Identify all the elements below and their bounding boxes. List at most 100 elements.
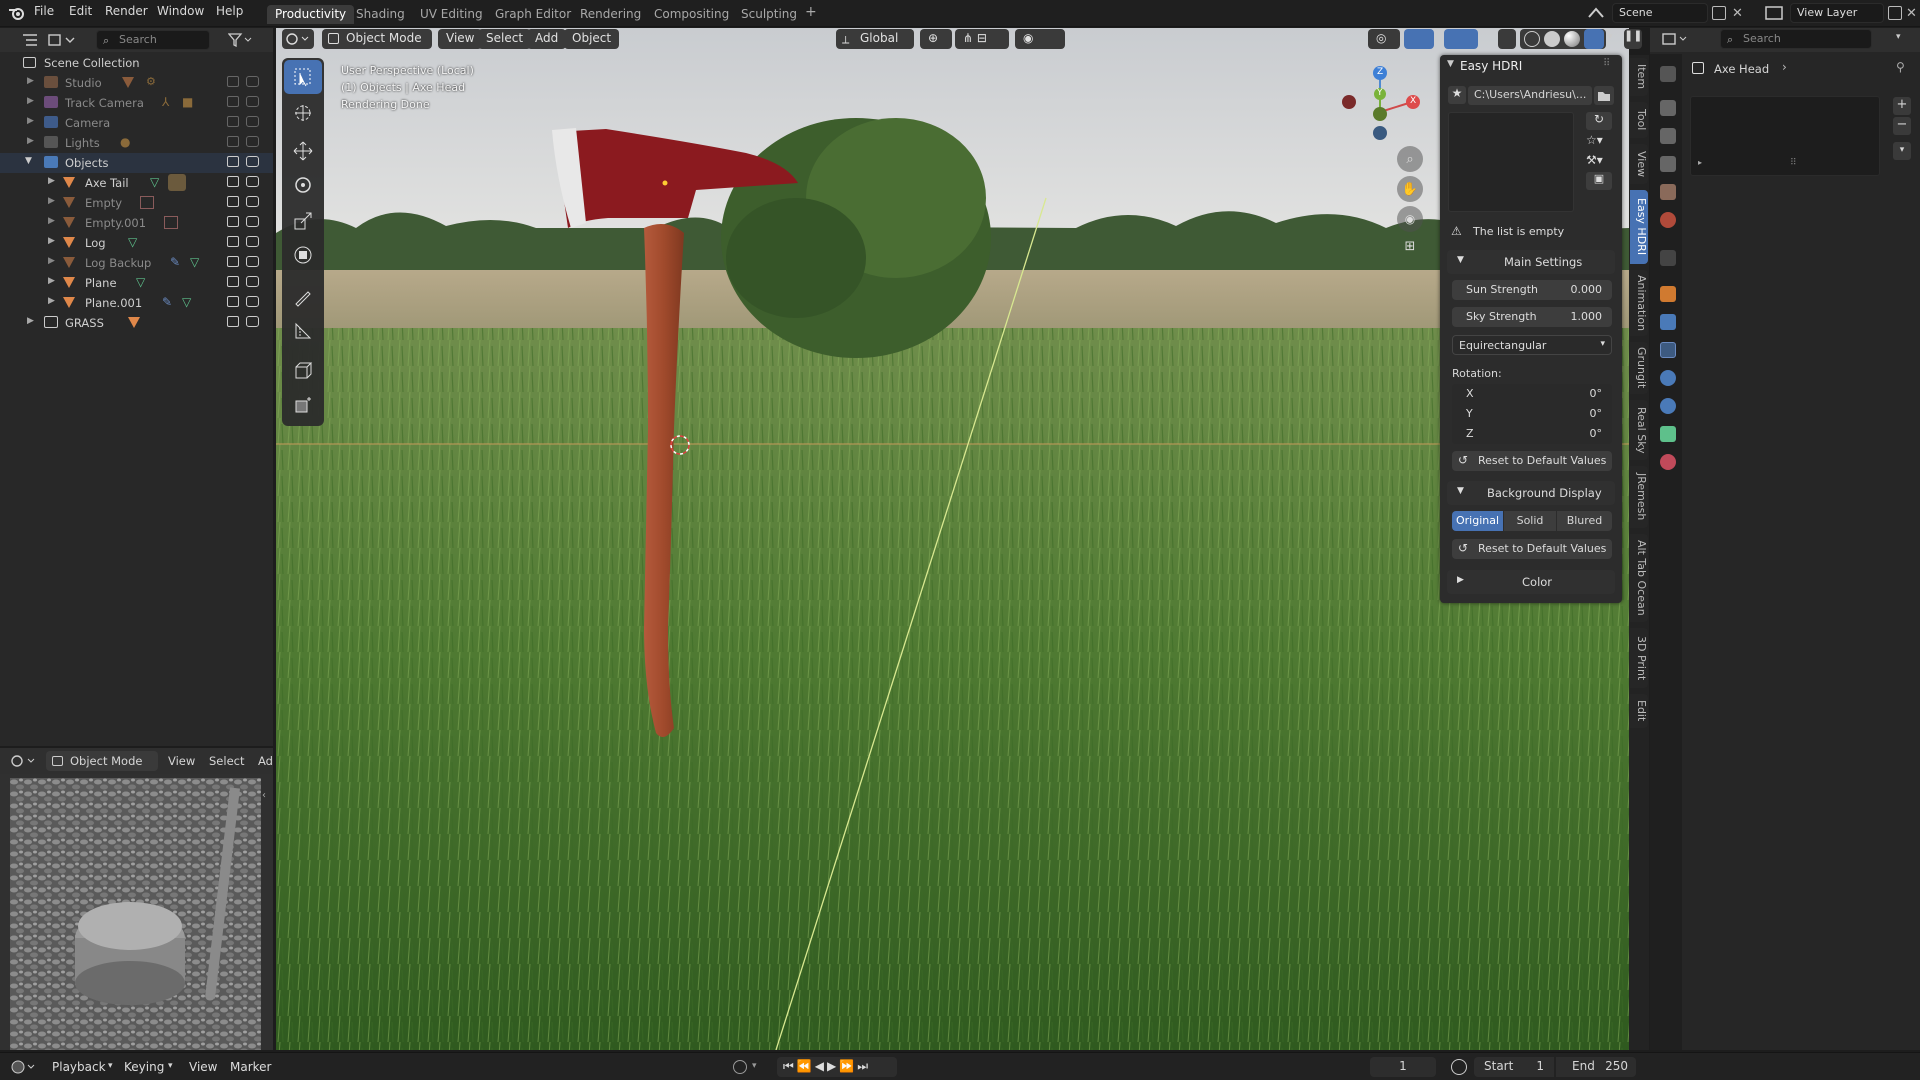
material-slot-list[interactable]: [1690, 96, 1880, 176]
expand-icon[interactable]: ▼: [25, 156, 32, 166]
pan-hand-icon[interactable]: ✋: [1397, 176, 1423, 202]
play-reverse-icon[interactable]: ◀: [815, 1059, 827, 1073]
render-icon[interactable]: [246, 136, 259, 147]
camera-view-icon[interactable]: ◉: [1397, 206, 1423, 232]
add-workspace-icon[interactable]: +: [805, 4, 817, 20]
material-properties-icon[interactable]: [1660, 454, 1676, 470]
editor-type-icon[interactable]: [282, 29, 314, 49]
scene-collection-row[interactable]: Scene Collection: [0, 53, 273, 73]
menu-select[interactable]: Select: [478, 29, 532, 49]
overlay-toggle-icon[interactable]: [1444, 29, 1478, 49]
rendered-shading-icon[interactable]: [1584, 29, 1604, 49]
tab-tool[interactable]: Tool: [1630, 102, 1648, 138]
rotation-x-field[interactable]: X 0°: [1452, 384, 1612, 404]
mini-viewport[interactable]: Object Mode View Select Ad ‹: [0, 748, 273, 1050]
mini-menu-add[interactable]: Ad: [258, 754, 273, 768]
outliner-row-axe-tail[interactable]: ▶ Axe Tail ▽: [0, 173, 273, 193]
auto-keying-icon[interactable]: [733, 1060, 747, 1074]
object-properties-icon[interactable]: [1660, 286, 1676, 302]
image-icon[interactable]: ▣: [1586, 172, 1612, 190]
render-properties-icon[interactable]: [1660, 100, 1676, 116]
render-icon[interactable]: [246, 96, 259, 107]
ortho-grid-icon[interactable]: ⊞: [1397, 236, 1423, 256]
world-properties-icon[interactable]: [1660, 212, 1676, 228]
tab-real-sky[interactable]: Real Sky: [1630, 400, 1648, 460]
outliner-row-plane-001[interactable]: ▶ Plane.001 ✎ ▽: [0, 293, 273, 313]
bg-blured-option[interactable]: Blured: [1557, 511, 1612, 531]
menu-edit[interactable]: Edit: [69, 4, 92, 18]
visibility-icon[interactable]: [227, 316, 239, 327]
timeline-view-menu[interactable]: View: [189, 1060, 217, 1074]
menu-render[interactable]: Render: [105, 4, 148, 18]
tools-dropdown-icon[interactable]: ⚒▾: [1586, 153, 1614, 169]
visibility-toggle-icon[interactable]: ◎: [1368, 29, 1400, 49]
snap-icon[interactable]: ⋔ ⊟: [955, 29, 1009, 49]
shading-options-icon[interactable]: ▾: [1608, 32, 1613, 42]
tab-jremesh[interactable]: JRemesh: [1630, 466, 1648, 528]
render-icon[interactable]: [246, 296, 259, 307]
outliner-row-empty-001[interactable]: ▶ Empty.001: [0, 213, 273, 233]
background-display-header[interactable]: ▼ Background Display: [1447, 481, 1615, 505]
outliner-row-plane[interactable]: ▶ Plane ▽: [0, 273, 273, 293]
playback-controls[interactable]: ⏮⏪◀▶⏩⏭: [777, 1057, 897, 1077]
menu-object[interactable]: Object: [564, 29, 620, 49]
outliner-row-camera[interactable]: ▶ Camera: [0, 113, 273, 133]
prev-keyframe-icon[interactable]: ⏪: [797, 1059, 815, 1073]
outliner-row-empty[interactable]: ▶ Empty: [0, 193, 273, 213]
drag-handle-icon[interactable]: ⠿: [1603, 58, 1610, 69]
chevron-right-icon[interactable]: ›: [1782, 60, 1787, 74]
menu-help[interactable]: Help: [216, 4, 243, 18]
rotation-y-field[interactable]: Y 0°: [1452, 404, 1612, 424]
render-icon[interactable]: [246, 156, 259, 167]
rotation-z-field[interactable]: Z 0°: [1452, 424, 1612, 444]
menu-file[interactable]: File: [34, 4, 54, 18]
tab-3d-print[interactable]: 3D Print: [1630, 628, 1648, 688]
outliner-search-input[interactable]: Search: [96, 30, 210, 50]
scene-selector-icon[interactable]: [1585, 4, 1609, 22]
sky-strength-field[interactable]: Sky Strength 1.000: [1452, 307, 1612, 327]
menu-window[interactable]: Window: [157, 4, 204, 18]
keying-menu[interactable]: Keying: [124, 1060, 164, 1074]
render-icon[interactable]: [246, 176, 259, 187]
navigation-gizmo[interactable]: Z Y X: [1340, 62, 1420, 142]
output-properties-icon[interactable]: [1660, 128, 1676, 144]
constraint-properties-icon[interactable]: [1660, 398, 1676, 414]
outliner-row-grass[interactable]: ▶ GRASS: [0, 313, 273, 333]
tab-rendering[interactable]: Rendering: [572, 5, 649, 24]
jump-end-icon[interactable]: ⏭: [857, 1059, 871, 1073]
tab-view[interactable]: View: [1630, 144, 1648, 184]
list-resize-icon[interactable]: ▸: [1698, 158, 1702, 167]
reset-main-settings-button[interactable]: ↺ Reset to Default Values: [1452, 451, 1612, 471]
delete-view-layer-icon[interactable]: ✕: [1906, 6, 1917, 21]
chevron-down-icon[interactable]: ▾: [1896, 32, 1901, 42]
main-settings-header[interactable]: ▼ Main Settings: [1447, 250, 1615, 274]
play-icon[interactable]: ▶: [827, 1059, 839, 1073]
render-icon[interactable]: [246, 316, 259, 327]
modifier-properties-icon[interactable]: [1660, 314, 1676, 330]
visibility-icon[interactable]: [227, 116, 239, 127]
view-layer-properties-icon[interactable]: [1660, 156, 1676, 172]
rotate-tool-icon[interactable]: [284, 168, 322, 202]
outliner-row-track-camera[interactable]: ▶ Track Camera ⅄ ■: [0, 93, 273, 113]
outliner-row-lights[interactable]: ▶ Lights ●: [0, 133, 273, 153]
proportional-editing-icon[interactable]: ◉: [1015, 29, 1065, 49]
color-section-header[interactable]: ▶ Color: [1447, 570, 1615, 594]
pause-render-icon[interactable]: ❚❚: [1624, 29, 1642, 49]
add-cube-tool-icon[interactable]: [284, 354, 322, 388]
measure-tool-icon[interactable]: [284, 314, 322, 348]
filter-icon[interactable]: [228, 33, 254, 47]
collection-properties-icon[interactable]: [1660, 250, 1676, 266]
favorites-dropdown-icon[interactable]: ☆▾: [1586, 133, 1614, 149]
visibility-icon[interactable]: [227, 136, 239, 147]
view-layer-field[interactable]: View Layer: [1790, 3, 1884, 23]
reset-background-button[interactable]: ↺ Reset to Default Values: [1452, 539, 1612, 559]
visibility-icon[interactable]: [227, 216, 239, 227]
next-keyframe-icon[interactable]: ⏩: [839, 1059, 857, 1073]
render-icon[interactable]: [246, 236, 259, 247]
blender-logo-icon[interactable]: [8, 5, 26, 21]
add-object-tool-icon[interactable]: [284, 388, 322, 422]
playback-menu[interactable]: Playback: [52, 1060, 106, 1074]
drag-grip-icon[interactable]: ⠿: [1790, 158, 1797, 168]
outliner-row-log-backup[interactable]: ▶ Log Backup ✎ ▽: [0, 253, 273, 273]
render-icon[interactable]: [246, 256, 259, 267]
